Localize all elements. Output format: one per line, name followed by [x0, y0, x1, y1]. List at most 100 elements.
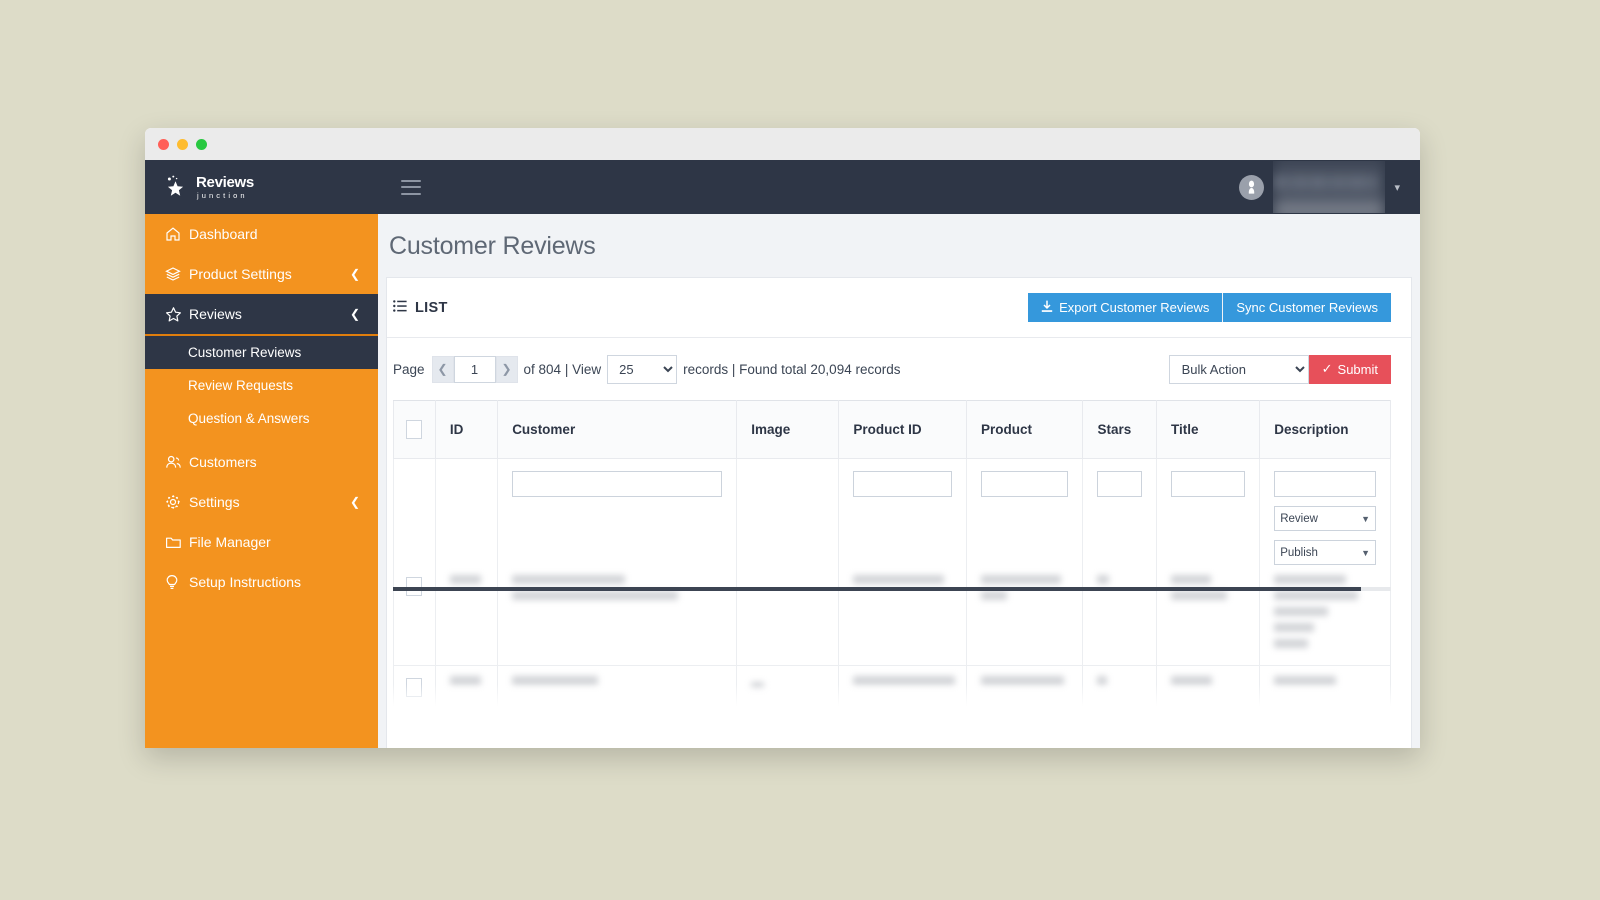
- prev-page-button[interactable]: ❮: [431, 355, 454, 383]
- column-header-customer[interactable]: Customer: [497, 400, 738, 459]
- navbar-user-menu[interactable]: ▾: [1239, 160, 1420, 214]
- home-icon: [165, 226, 189, 242]
- export-button-label: Export Customer Reviews: [1059, 300, 1210, 315]
- lightbulb-icon: [165, 574, 189, 591]
- download-icon: [1041, 300, 1053, 316]
- card-header: LIST Export Customer Reviews Sync Custom…: [387, 278, 1411, 338]
- select-all-header: [393, 400, 436, 459]
- chevron-down-icon[interactable]: ▾: [1394, 181, 1400, 194]
- sidebar-sublabel: Customer Reviews: [188, 345, 302, 360]
- column-header-id[interactable]: ID: [434, 400, 499, 459]
- sidebar-item-reviews[interactable]: Reviews ❮: [145, 294, 378, 334]
- next-page-button[interactable]: ❯: [495, 355, 518, 383]
- column-header-title[interactable]: Title: [1156, 400, 1261, 459]
- layers-icon: [165, 266, 189, 282]
- filter-title-input[interactable]: [1171, 471, 1246, 497]
- filter-cell-product-id: [838, 458, 968, 565]
- column-header-image[interactable]: Image: [736, 400, 840, 459]
- row-cell-image: [736, 565, 840, 666]
- table-row[interactable]: [393, 565, 1391, 666]
- hamburger-icon[interactable]: [401, 179, 421, 195]
- chevron-down-icon: ▼: [1361, 513, 1370, 524]
- sidebar-subitem-question-answers[interactable]: Question & Answers: [145, 402, 378, 435]
- column-header-stars[interactable]: Stars: [1082, 400, 1158, 459]
- sidebar-label: Product Settings: [189, 266, 292, 282]
- sidebar-sublabel: Review Requests: [188, 378, 294, 393]
- filter-customer-input[interactable]: [512, 471, 723, 497]
- star-logo-icon: [163, 174, 189, 200]
- table-head: ID Customer Image Product ID Product Sta…: [393, 400, 1391, 459]
- row-cell-description: [1259, 565, 1391, 666]
- submit-button-label: Submit: [1337, 361, 1378, 377]
- sidebar-label: Dashboard: [189, 226, 258, 242]
- sidebar-subitem-review-requests[interactable]: Review Requests: [145, 369, 378, 402]
- filter-cell-stars: [1082, 458, 1158, 565]
- table-row[interactable]: [393, 665, 1391, 710]
- window-titlebar: [145, 128, 1420, 160]
- chevron-down-icon: ▼: [1361, 547, 1370, 558]
- sidebar-item-settings[interactable]: Settings ❮: [145, 482, 378, 522]
- chevron-left-icon: ❮: [349, 267, 360, 281]
- export-customer-reviews-button[interactable]: Export Customer Reviews: [1028, 293, 1223, 322]
- chevron-left-icon: ❮: [349, 495, 360, 509]
- sidebar-item-setup-instructions[interactable]: Setup Instructions: [145, 562, 378, 602]
- sidebar-label: Reviews: [189, 306, 242, 322]
- column-header-product[interactable]: Product: [966, 400, 1084, 459]
- brand-subtitle: junction: [197, 190, 248, 200]
- window-close-button[interactable]: [158, 138, 169, 150]
- page-title: Customer Reviews: [389, 232, 596, 260]
- row-cell-product: [966, 565, 1084, 666]
- row-cell-id: [434, 665, 499, 710]
- column-header-description[interactable]: Description: [1259, 400, 1391, 459]
- sidebar-label: Customers: [189, 454, 257, 470]
- sidebar-item-customers[interactable]: Customers: [145, 442, 378, 482]
- row-select-cell: [393, 565, 436, 666]
- sidebar-submenu-reviews: Customer Reviews Review Requests Questio…: [145, 334, 378, 435]
- filter-product-id-input[interactable]: [853, 471, 953, 497]
- sidebar-item-product-settings[interactable]: Product Settings ❮: [145, 254, 378, 294]
- filter-status-value: Publish: [1280, 546, 1318, 559]
- filter-cell-select: [393, 458, 436, 565]
- brand-logo[interactable]: Reviews junction: [145, 160, 378, 214]
- sidebar-subitem-customer-reviews[interactable]: Customer Reviews: [145, 336, 378, 369]
- filter-cell-product: [966, 458, 1084, 565]
- list-icon: [393, 299, 407, 317]
- sidebar-label: Settings: [189, 494, 240, 510]
- filter-cell-title: [1156, 458, 1261, 565]
- sidebar-item-dashboard[interactable]: Dashboard: [145, 214, 378, 254]
- row-cell-title: [1156, 565, 1261, 666]
- filter-type-value: Review: [1280, 512, 1318, 525]
- chevron-left-icon: ❮: [349, 307, 360, 321]
- horizontal-scrollbar[interactable]: [393, 587, 1391, 591]
- bulk-action-select[interactable]: Bulk Action: [1168, 354, 1309, 384]
- select-all-checkbox[interactable]: [406, 420, 422, 439]
- window-minimize-button[interactable]: [177, 138, 188, 150]
- filter-type-select[interactable]: Review ▼: [1274, 506, 1376, 531]
- sidebar-item-file-manager[interactable]: File Manager: [145, 522, 378, 562]
- top-navbar: Reviews junction ▾: [145, 160, 1420, 214]
- filter-product-input[interactable]: [981, 471, 1069, 497]
- list-card: LIST Export Customer Reviews Sync Custom…: [386, 277, 1412, 748]
- view-records-select[interactable]: 25: [607, 354, 678, 384]
- table-header-row: ID Customer Image Product ID Product Sta…: [393, 400, 1391, 459]
- filter-cell-id: [434, 458, 499, 565]
- page-number-input[interactable]: [453, 355, 496, 383]
- window-zoom-button[interactable]: [196, 138, 207, 150]
- table-filter-row: Review ▼ Publish ▼: [393, 458, 1391, 565]
- submit-button[interactable]: ✓ Submit: [1308, 354, 1391, 384]
- user-avatar-icon: [1239, 174, 1265, 200]
- sync-customer-reviews-button[interactable]: Sync Customer Reviews: [1222, 293, 1391, 322]
- row-cell-description: [1259, 665, 1391, 710]
- sidebar: Dashboard Product Settings ❮ Reviews ❮ C…: [145, 214, 378, 748]
- filter-description-input[interactable]: [1274, 471, 1376, 497]
- row-cell-customer: [497, 665, 738, 710]
- row-checkbox[interactable]: [406, 678, 422, 697]
- row-cell-title: [1156, 665, 1261, 710]
- filter-status-select[interactable]: Publish ▼: [1274, 540, 1376, 565]
- row-cell-product: [966, 665, 1084, 710]
- column-header-product-id[interactable]: Product ID: [838, 400, 968, 459]
- filter-stars-input[interactable]: [1097, 471, 1143, 497]
- row-cell-image: [736, 665, 840, 710]
- sync-button-label: Sync Customer Reviews: [1236, 300, 1378, 315]
- browser-window: Reviews junction ▾ Dashboard Product Set…: [145, 128, 1420, 748]
